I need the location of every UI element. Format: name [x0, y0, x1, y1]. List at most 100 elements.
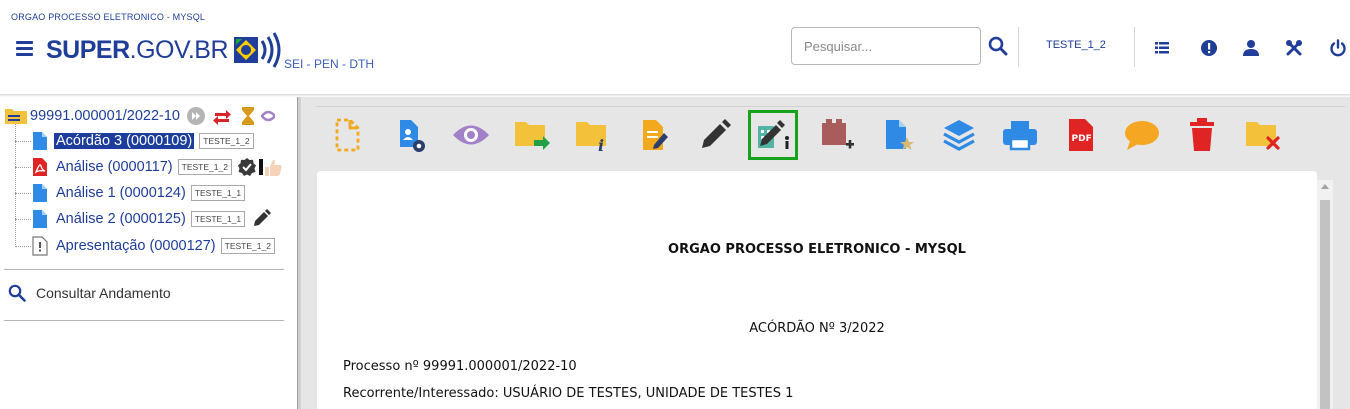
divider	[4, 320, 284, 321]
document-line: Processo nº 99991.000001/2022-10	[343, 359, 577, 374]
new-document-icon	[335, 118, 360, 152]
favorite-model-icon	[886, 120, 914, 150]
trash-icon	[1190, 118, 1214, 151]
remove-folder-button[interactable]	[1238, 110, 1288, 160]
consult-history-link[interactable]: Consultar Andamento	[8, 284, 171, 302]
tree-item-label[interactable]: Acórdão 3 (0000109)	[54, 133, 195, 149]
edit-document-icon	[643, 120, 668, 150]
favorite-model-button[interactable]	[873, 110, 923, 160]
scrollbar[interactable]	[1317, 180, 1333, 409]
pen-icon	[702, 119, 731, 148]
scroll-up-icon[interactable]	[1321, 184, 1329, 189]
eye-icon[interactable]	[260, 106, 275, 126]
divider	[1018, 27, 1019, 67]
thumbs-up-icon[interactable]	[263, 157, 283, 177]
send-process-button[interactable]	[507, 110, 557, 160]
hourglass-icon[interactable]	[241, 106, 255, 126]
folder-icon[interactable]	[4, 107, 28, 125]
new-document-button[interactable]	[322, 110, 372, 160]
sign-with-block-button[interactable]	[748, 110, 798, 160]
pdf-icon: PDF	[1069, 119, 1093, 151]
comment-button[interactable]	[1117, 110, 1167, 160]
add-to-block-icon	[822, 119, 854, 149]
eye-icon	[453, 125, 489, 145]
document-line: Recorrente/Interessado: USUÁRIO DE TESTE…	[343, 386, 794, 401]
remove-folder-icon	[1246, 122, 1280, 150]
alert-icon[interactable]	[1199, 38, 1219, 58]
logo-text-bold: SUPER	[46, 35, 130, 64]
tree-item: Análise (0000117) TESTE_1_2	[31, 156, 283, 178]
search-icon	[8, 284, 26, 302]
external-document-icon	[32, 236, 48, 256]
logo-text: SUPER.GOV.BR	[46, 35, 229, 65]
subsystem-label: SEI - PEN - DTH	[284, 57, 375, 71]
document-settings-button[interactable]	[384, 110, 434, 160]
scroll-thumb[interactable]	[1320, 200, 1330, 409]
gov-logo-icon	[234, 32, 281, 68]
tree-item-label[interactable]: Apresentação (0000127)	[56, 238, 216, 254]
process-info-button[interactable]: i	[568, 110, 618, 160]
printer-icon	[1003, 121, 1037, 151]
process-number-link[interactable]: 99991.000001/2022-10	[30, 108, 180, 124]
logo[interactable]: SUPER.GOV.BR	[46, 29, 286, 71]
pdf-icon	[33, 158, 47, 176]
unit-tag: TESTE_1_2	[177, 159, 232, 175]
layers-button[interactable]	[934, 110, 984, 160]
view-button[interactable]	[446, 110, 496, 160]
document-icon	[33, 132, 47, 150]
tree-connector	[15, 193, 31, 194]
tree-item: Apresentação (0000127) TESTE_1_2	[31, 235, 275, 257]
menu-icon[interactable]	[16, 41, 33, 56]
comment-icon	[1125, 121, 1159, 150]
sign-button[interactable]	[690, 110, 740, 160]
tree-item-label[interactable]: Análise (0000117)	[56, 159, 173, 175]
power-icon[interactable]	[1328, 38, 1348, 58]
search-icon[interactable]	[988, 36, 1008, 56]
send-process-icon	[515, 122, 550, 150]
search-input[interactable]	[792, 28, 980, 64]
add-to-block-button[interactable]	[812, 110, 862, 160]
tools-icon[interactable]	[1284, 38, 1304, 58]
delete-button[interactable]	[1177, 110, 1227, 160]
sign-block-icon	[758, 120, 789, 149]
unit-tag: TESTE_1_1	[190, 185, 246, 201]
user-icon[interactable]	[1241, 38, 1261, 58]
tree-item: Análise 2 (0000125) TESTE_1_1	[31, 208, 272, 230]
svg-text:i: i	[598, 136, 604, 153]
tree-connector	[15, 246, 31, 247]
search-field[interactable]	[791, 27, 981, 65]
tree-item-label[interactable]: Análise 2 (0000125)	[56, 211, 186, 227]
unit-tag: TESTE_1_1	[190, 211, 246, 227]
document-icon	[33, 210, 47, 228]
forward-icon[interactable]	[186, 106, 206, 126]
org-name: ORGAO PROCESSO ELETRONICO - MYSQL	[11, 12, 206, 22]
list-icon[interactable]	[1152, 38, 1172, 58]
logo-text-rest: .GOV.BR	[129, 35, 229, 64]
tree-connector	[15, 124, 16, 247]
document-title: ORGAO PROCESSO ELETRONICO - MYSQL	[668, 242, 966, 257]
signed-badge-icon[interactable]	[237, 157, 257, 177]
process-row: 99991.000001/2022-10	[4, 105, 275, 127]
generate-pdf-button[interactable]: PDF	[1056, 110, 1106, 160]
unit-label[interactable]: TESTE_1_2	[1046, 39, 1106, 51]
pen-icon[interactable]	[251, 209, 272, 229]
consult-history-label: Consultar Andamento	[36, 285, 171, 301]
tree-connector	[15, 141, 31, 142]
tree-connector	[15, 219, 31, 220]
svg-text:PDF: PDF	[1072, 134, 1092, 144]
tree-item: Acórdão 3 (0000109) TESTE_1_2	[31, 130, 254, 152]
process-info-icon: i	[576, 122, 606, 153]
document-icon	[33, 184, 47, 202]
tree-item-label[interactable]: Análise 1 (0000124)	[56, 185, 186, 201]
document-settings-icon	[400, 120, 425, 152]
layers-icon	[943, 120, 975, 151]
unit-tag: TESTE_1_2	[220, 238, 275, 254]
exchange-icon[interactable]	[212, 106, 232, 126]
edit-document-button[interactable]	[629, 110, 679, 160]
tree-connector	[15, 167, 31, 168]
print-button[interactable]	[995, 110, 1045, 160]
divider	[1134, 27, 1135, 67]
tree-item: Análise 1 (0000124) TESTE_1_1	[31, 182, 246, 204]
document-subtitle: ACÓRDÃO Nº 3/2022	[749, 321, 885, 336]
divider	[4, 269, 284, 270]
